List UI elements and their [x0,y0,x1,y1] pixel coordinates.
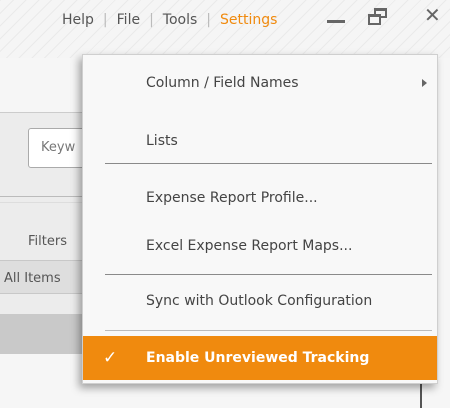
restore-icon[interactable] [368,8,388,26]
menu-item-label: Lists [146,133,178,149]
menu-item-label: Enable Unreviewed Tracking [146,350,370,366]
menu-item-label: Expense Report Profile... [146,190,318,206]
menu-tools[interactable]: Tools [161,12,200,28]
menu-separator: | [206,12,212,28]
menu-settings[interactable]: Settings [218,12,279,28]
checkmark-icon: ✓ [103,348,118,368]
minimize-icon[interactable] [327,20,345,23]
divider [0,202,86,203]
menu-separator: | [149,12,154,28]
menu-item-lists[interactable]: Lists [83,121,437,161]
submenu-arrow-icon [422,79,427,87]
menu-file[interactable]: File [115,12,142,28]
menu-item-sync-outlook-configuration[interactable]: Sync with Outlook Configuration [83,281,437,321]
menu-item-expense-report-profile[interactable]: Expense Report Profile... [83,178,437,218]
menu-bar: Help | File | Tools | Settings [60,10,279,30]
divider [0,196,86,197]
menu-divider [105,163,432,164]
close-icon[interactable]: ✕ [424,5,441,25]
menu-item-excel-expense-report-maps[interactable]: Excel Expense Report Maps... [83,226,437,266]
all-items-tab[interactable]: All Items [0,260,86,294]
menu-divider [105,274,432,275]
menu-item-column-field-names[interactable]: Column / Field Names [83,63,437,103]
background-band [0,314,90,354]
menu-separator: | [102,12,108,28]
menu-item-enable-unreviewed-tracking[interactable]: ✓ Enable Unreviewed Tracking [83,336,437,380]
menu-item-label: Column / Field Names [146,75,299,91]
filters-label: Filters [28,234,67,249]
menu-divider [105,330,432,331]
settings-dropdown-menu: Column / Field Names Lists Expense Repor… [82,54,438,384]
menu-item-label: Excel Expense Report Maps... [146,238,353,254]
menu-item-label: Sync with Outlook Configuration [146,293,373,309]
menu-help[interactable]: Help [60,12,96,28]
